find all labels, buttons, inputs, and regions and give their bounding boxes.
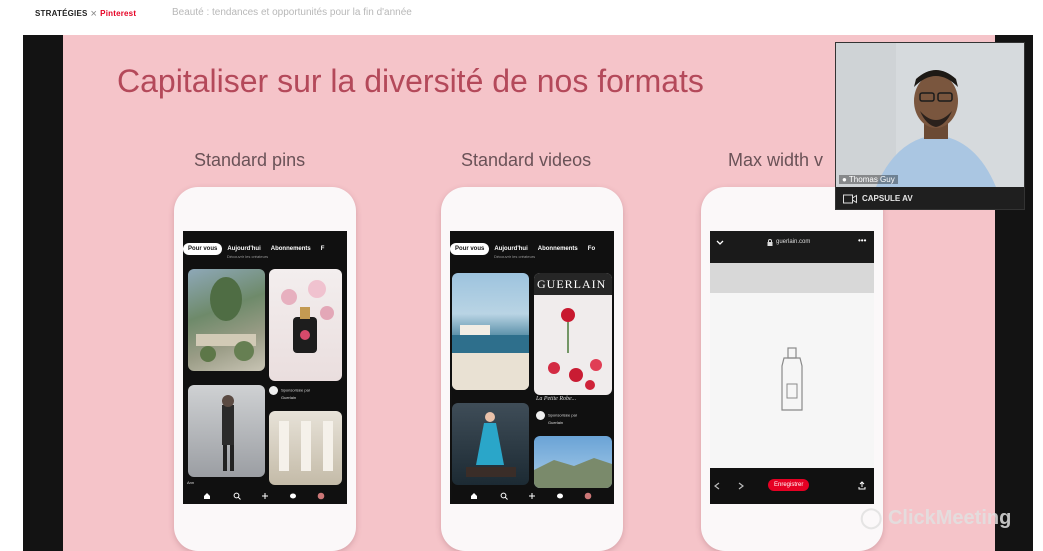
phone-mockup-max-width: guerlain.com ••• Enregistrer (701, 187, 883, 551)
presenter-video (836, 43, 1024, 187)
camera-icon (843, 194, 857, 204)
pin-perfume (269, 269, 342, 381)
page-header-band (710, 263, 874, 293)
feed-tabs: Pour vous Aujourd'hui Abonnements Fo (450, 237, 614, 255)
chevron-down-icon[interactable] (716, 240, 724, 246)
pinterest-wordmark: Pinterest (100, 9, 137, 18)
webcam-label-bar: CAPSULE AV (836, 187, 1024, 209)
guerlain-avatar (536, 411, 545, 420)
url-text: guerlain.com (776, 239, 811, 245)
participant-label: CAPSULE AV (862, 194, 913, 203)
fashion-illustration (222, 395, 234, 471)
video-pin-dress (452, 403, 529, 485)
pool-illustration (452, 325, 529, 390)
forward-icon[interactable] (738, 482, 744, 490)
presenter-name: ● Thomas Guy (839, 175, 898, 184)
phone-screen: Pour vous Aujourd'hui Abonnements F Découvr… (183, 231, 347, 504)
sponsored-label: Sponsorisée par Guerlain (269, 386, 310, 400)
pin-caption: Ann (187, 480, 195, 485)
strategies-wordmark: STRATÉGIES (35, 9, 88, 18)
video-pin-pool (452, 273, 529, 390)
browser-bar: guerlain.com ••• (710, 231, 874, 263)
add-icon[interactable] (528, 492, 536, 500)
phone-mockup-standard-pins: Pour vous Aujourd'hui Abonnements F Découvr… (174, 187, 356, 551)
column-title-standard-pins: Standard pins (194, 150, 306, 170)
webcam-video: ● Thomas Guy (836, 43, 1024, 187)
tab-pour-vous: Pour vous (183, 243, 223, 255)
tab-more: F (320, 246, 325, 252)
brand-separator: × (90, 8, 98, 20)
script-caption: La Petite Robe... (536, 396, 577, 402)
search-icon[interactable] (233, 492, 241, 500)
more-menu-icon[interactable]: ••• (858, 236, 866, 245)
tab-abonnements: Abonnements (537, 246, 578, 252)
slide-title: Capitaliser sur la diversité de nos form… (117, 63, 704, 99)
interior-illustration (279, 421, 333, 471)
guerlain-avatar (269, 386, 278, 395)
pin-garden (188, 269, 265, 371)
garden-illustration (196, 277, 256, 362)
perfume-illustration (281, 280, 334, 353)
video-pin-sky (534, 436, 612, 488)
chat-icon[interactable] (289, 492, 297, 500)
pin-street-fashion (188, 385, 265, 477)
session-title: Beauté : tendances et opportunités pour … (172, 7, 412, 18)
bottom-nav (450, 488, 614, 504)
profile-icon[interactable] (584, 492, 592, 500)
tab-more: Fo (587, 246, 596, 252)
back-icon[interactable] (714, 482, 720, 490)
webcam-panel[interactable]: ● Thomas Guy CAPSULE AV (835, 42, 1025, 210)
add-icon[interactable] (261, 492, 269, 500)
profile-icon[interactable] (317, 492, 325, 500)
phone-mockup-standard-videos: Pour vous Aujourd'hui Abonnements Fo Découv… (441, 187, 623, 551)
perfume-bottle-icon (781, 347, 803, 411)
dress-illustration (466, 412, 516, 477)
search-icon[interactable] (500, 492, 508, 500)
home-icon[interactable] (470, 492, 478, 500)
browser-footer: Enregistrer (710, 468, 874, 504)
feed-subtext: Découvrir les créateurs (227, 254, 269, 259)
phone-screen: guerlain.com ••• Enregistrer (710, 231, 874, 504)
share-icon[interactable] (858, 481, 866, 490)
meeting-window: STRATÉGIES × Pinterest Beauté : tendances … (0, 0, 1043, 551)
sky-illustration (534, 458, 612, 488)
column-title-max-width: Max width v (728, 150, 824, 170)
tab-pour-vous: Pour vous (450, 243, 490, 255)
video-pin-guerlain: GUERLAIN (534, 273, 612, 395)
pin-interior (269, 411, 342, 485)
microphone-icon: ● (842, 175, 847, 184)
phone-screen: Pour vous Aujourd'hui Abonnements Fo Découv… (450, 231, 614, 504)
clickmeeting-logo-icon: ◯ (860, 507, 883, 529)
tab-abonnements: Abonnements (270, 246, 311, 252)
feed-subtext: Découvrir les créateurs (494, 254, 536, 259)
clickmeeting-watermark: ◯ ClickMeeting (860, 507, 1012, 529)
brand-logo: STRATÉGIES × Pinterest (35, 8, 136, 20)
save-button[interactable]: Enregistrer (768, 479, 810, 491)
top-bar: STRATÉGIES × Pinterest Beauté : tendances … (0, 0, 1043, 30)
sponsored-label: Sponsorisée par Guerlain (536, 411, 577, 425)
guerlain-wordmark: GUERLAIN (537, 277, 607, 291)
chat-icon[interactable] (556, 492, 564, 500)
lock-icon (767, 239, 773, 246)
bottom-nav (183, 488, 347, 504)
feed-tabs: Pour vous Aujourd'hui Abonnements F (183, 237, 347, 255)
column-title-standard-videos: Standard videos (461, 150, 592, 170)
home-icon[interactable] (203, 492, 211, 500)
